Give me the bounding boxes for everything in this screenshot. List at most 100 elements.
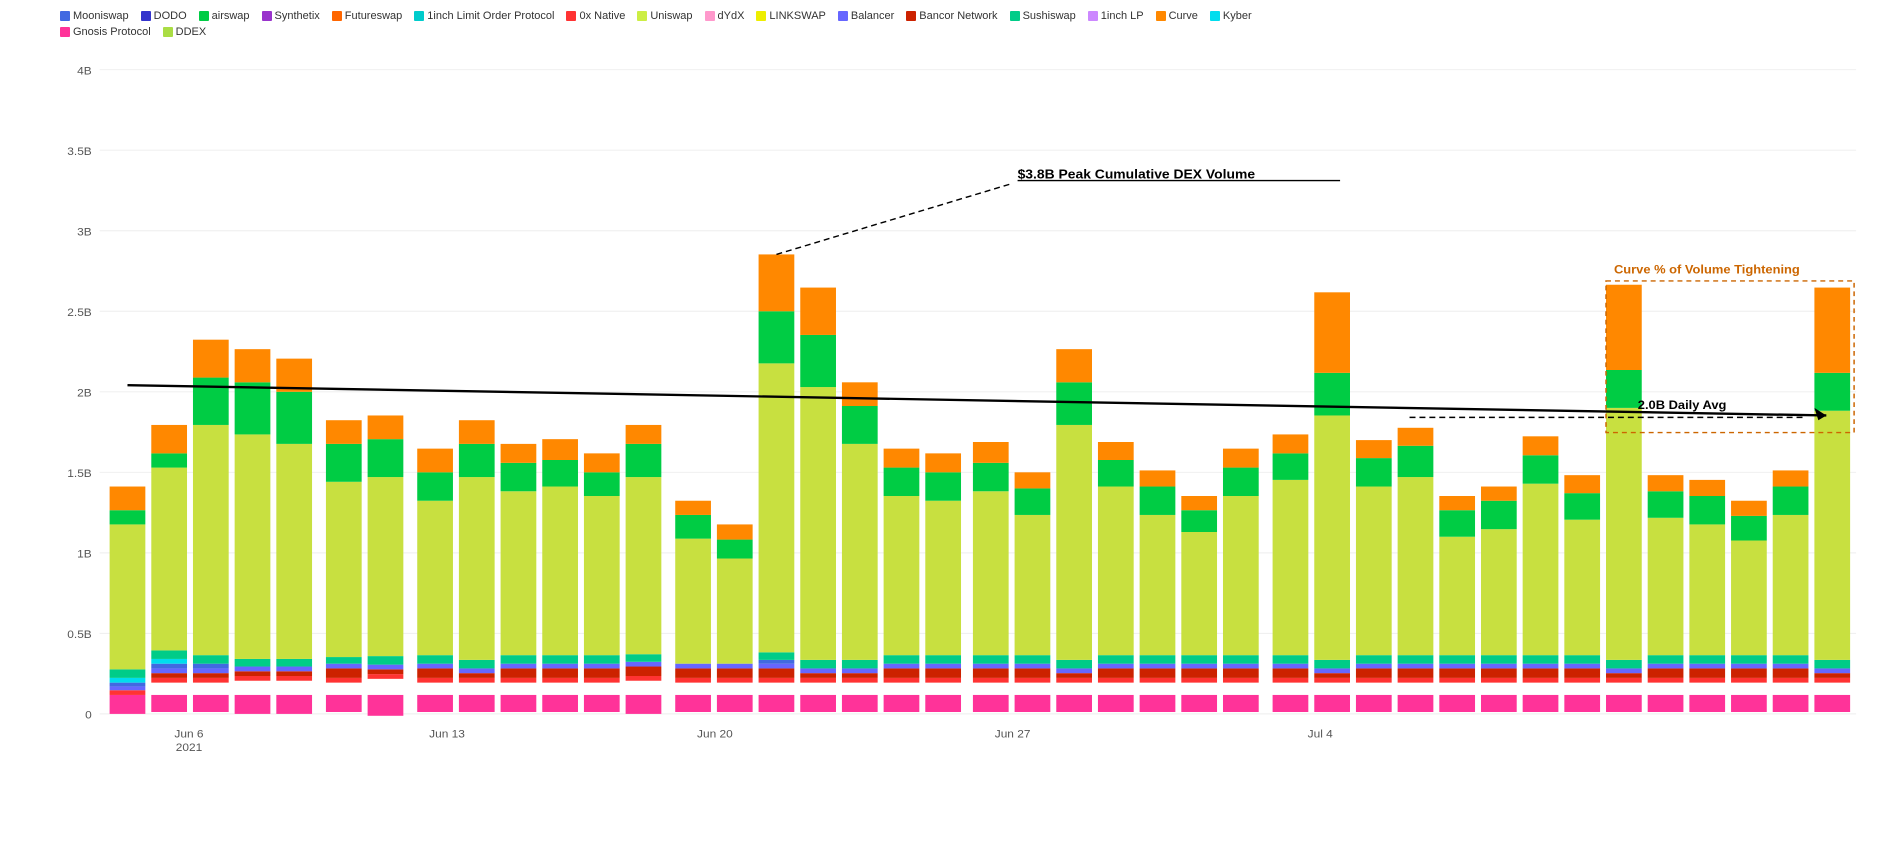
legend-label-gnosis: Gnosis Protocol: [73, 26, 151, 38]
bar-25: [1140, 470, 1176, 712]
legend-color-gnosis: [60, 27, 70, 37]
bar-6: [326, 420, 362, 712]
legend-label-0x: 0x Native: [579, 10, 625, 22]
legend-color-airswap: [199, 11, 209, 21]
legend-color-ddex: [163, 27, 173, 37]
y-label-35b: 3.5B: [67, 145, 92, 158]
legend-label-bancor: Bancor Network: [919, 10, 997, 22]
legend-item-0x: 0x Native: [566, 10, 625, 22]
x-label-jun6: Jun 6: [174, 728, 203, 741]
y-label-15b: 1.5B: [67, 467, 92, 480]
bar-41: [1814, 288, 1850, 712]
bar-16: [759, 254, 795, 712]
legend-label-kyber: Kyber: [1223, 10, 1252, 22]
bar-8: [417, 449, 453, 712]
bar-2: [151, 425, 187, 712]
bar-33: [1481, 487, 1517, 712]
legend-color-synthetix: [262, 11, 272, 21]
legend-color-linkswap: [756, 11, 766, 21]
y-label-2b: 2B: [77, 387, 92, 400]
legend-item-sushiswap: Sushiswap: [1010, 10, 1076, 22]
legend-label-sushiswap: Sushiswap: [1023, 10, 1076, 22]
bar-24: [1098, 442, 1134, 712]
bar-21: [973, 442, 1009, 712]
main-chart: 4B 3.5B 3B 2.5B 2B 1.5B 1B 0.5B 0: [60, 46, 1866, 766]
legend-color-1inch-lp: [1088, 11, 1098, 21]
legend-item-ddex: DDEX: [163, 26, 207, 38]
legend-label-1inch-lp: 1inch LP: [1101, 10, 1144, 22]
legend-item-linkswap: LINKSWAP: [756, 10, 825, 22]
peak-annotation-text: $3.8B Peak Cumulative DEX Volume: [1018, 167, 1256, 182]
bar-10: [501, 444, 537, 712]
legend-label-1inch-limit: 1inch Limit Order Protocol: [427, 10, 554, 22]
legend-color-dodo: [141, 11, 151, 21]
bar-36: [1606, 285, 1642, 712]
legend-color-bancor: [906, 11, 916, 21]
legend-label-ddex: DDEX: [176, 26, 207, 38]
bar-27: [1223, 449, 1259, 712]
trend-line: [127, 385, 1826, 415]
legend-item-dydx: dYdX: [705, 10, 745, 22]
bar-5: [276, 359, 312, 714]
bar-13: [626, 425, 662, 714]
bar-4: [235, 349, 271, 714]
legend-label-balancer: Balancer: [851, 10, 894, 22]
legend-item-airswap: airswap: [199, 10, 250, 22]
bar-22: [1015, 472, 1051, 712]
x-label-jun13: Jun 13: [429, 728, 465, 741]
legend-label-curve: Curve: [1169, 10, 1198, 22]
legend-color-dydx: [705, 11, 715, 21]
legend-item-kyber: Kyber: [1210, 10, 1252, 22]
bar-38: [1689, 480, 1725, 712]
legend-item-balancer: Balancer: [838, 10, 894, 22]
legend-color-1inch-limit: [414, 11, 424, 21]
bar-20: [925, 453, 961, 712]
legend-item-bancor: Bancor Network: [906, 10, 997, 22]
x-label-jun20: Jun 20: [697, 728, 733, 741]
bar-40: [1773, 470, 1809, 712]
bar-31: [1398, 428, 1434, 712]
bar-11: [542, 439, 578, 712]
legend-color-0x: [566, 11, 576, 21]
legend-item-dodo: DODO: [141, 10, 187, 22]
bar-9: [459, 420, 495, 712]
legend-color-curve: [1156, 11, 1166, 21]
y-label-3b: 3B: [77, 226, 92, 239]
peak-annotation-line: [776, 183, 1012, 254]
bar-3: [193, 340, 229, 712]
legend-item-futureswap: Futureswap: [332, 10, 402, 22]
bar-7: [368, 415, 404, 715]
bar-30: [1356, 440, 1392, 712]
curve-annotation-text: Curve % of Volume Tightening: [1614, 263, 1800, 277]
y-label-25b: 2.5B: [67, 306, 92, 319]
bar-37: [1648, 475, 1684, 712]
legend-color-uniswap: [637, 11, 647, 21]
legend-label-linkswap: LINKSWAP: [769, 10, 825, 22]
x-label-2021: 2021: [176, 741, 202, 754]
bar-1: [110, 487, 146, 714]
bar-12: [584, 453, 620, 712]
y-label-4b: 4B: [77, 65, 92, 78]
bar-34: [1523, 436, 1559, 712]
legend-label-dodo: DODO: [154, 10, 187, 22]
legend-color-futureswap: [332, 11, 342, 21]
bar-19: [884, 449, 920, 712]
legend-label-mooniswap: Mooniswap: [73, 10, 129, 22]
avg-annotation-text: 2.0B Daily Avg: [1638, 398, 1727, 412]
bar-18: [842, 382, 878, 712]
legend-item-curve: Curve: [1156, 10, 1198, 22]
y-label-1b: 1B: [77, 548, 92, 561]
bar-17: [800, 288, 836, 712]
chart-legend: Mooniswap DODO airswap Synthetix Futures…: [60, 10, 1866, 38]
legend-item-uniswap: Uniswap: [637, 10, 692, 22]
legend-color-balancer: [838, 11, 848, 21]
legend-item-1inch-lp: 1inch LP: [1088, 10, 1144, 22]
bar-29: [1314, 292, 1350, 712]
y-label-0: 0: [85, 709, 92, 722]
x-label-jul4: Jul 4: [1308, 728, 1334, 741]
legend-label-uniswap: Uniswap: [650, 10, 692, 22]
legend-item-mooniswap: Mooniswap: [60, 10, 129, 22]
bar-15: [717, 524, 753, 712]
legend-item-1inch-limit: 1inch Limit Order Protocol: [414, 10, 554, 22]
legend-color-kyber: [1210, 11, 1220, 21]
